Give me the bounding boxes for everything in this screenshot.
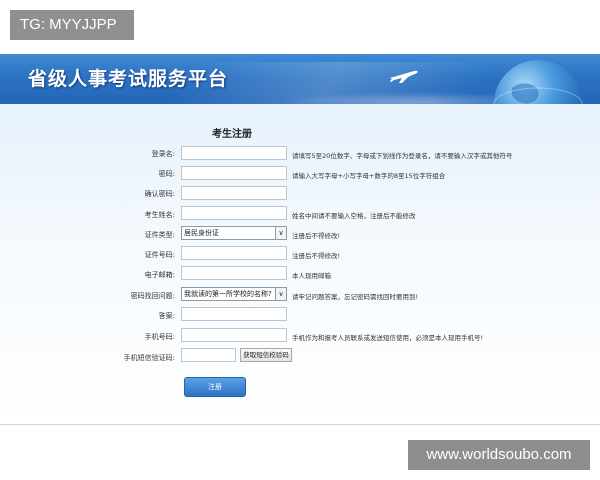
login-name-input[interactable] <box>181 146 287 160</box>
id-type-hint: 注册后不得修改! <box>292 232 341 240</box>
sms-code-input[interactable] <box>181 348 236 362</box>
sms-code-label: 手机短信验证码: <box>123 354 175 362</box>
confirm-password-input[interactable] <box>181 186 287 200</box>
form-title: 考生注册 <box>212 129 252 140</box>
confirm-password-label: 确认密码: <box>144 190 175 198</box>
id-type-value: 居民身份证 <box>184 229 219 237</box>
id-type-label: 证件类型: <box>144 231 175 239</box>
email-hint: 本人现用邮箱 <box>292 272 331 280</box>
watermark-tag: TG: MYYJJPP <box>10 10 134 40</box>
phone-hint: 手机作为和报考人员联系或发送短信使用，必须是本人现用手机号! <box>292 334 484 342</box>
id-type-select[interactable]: 居民身份证 ∨ <box>181 226 287 240</box>
airplane-icon <box>390 70 418 83</box>
id-number-label: 证件号码: <box>144 251 175 259</box>
get-sms-code-button[interactable]: 获取短信校验码 <box>240 348 292 362</box>
login-name-label: 登录名: <box>151 150 175 158</box>
password-label: 密码: <box>158 170 175 178</box>
register-button[interactable]: 注册 <box>184 377 246 397</box>
id-number-input[interactable] <box>181 246 287 260</box>
email-label: 电子邮箱: <box>144 271 175 279</box>
security-question-value: 我就读的第一所学校的名称? <box>184 290 272 298</box>
password-hint: 请输入大写字母+小写字母+数字的8至15位字符组合 <box>292 172 446 180</box>
chevron-down-icon: ∨ <box>275 227 286 239</box>
id-number-hint: 注册后不得修改! <box>292 252 341 260</box>
email-input[interactable] <box>181 266 287 280</box>
phone-label: 手机号码: <box>144 333 175 341</box>
candidate-name-hint: 姓名中间请不要输入空格，注册后不能修改 <box>292 212 416 220</box>
login-name-hint: 请填写5至20位数字、字母或下划线作为登录名，请不要输入汉字或其他符号 <box>292 152 513 160</box>
answer-label: 答案: <box>158 312 175 320</box>
security-question-select[interactable]: 我就读的第一所学校的名称? ∨ <box>181 287 287 301</box>
site-watermark: www.worldsoubo.com <box>408 440 590 470</box>
security-question-label: 密码找回问题: <box>130 292 175 300</box>
chevron-down-icon: ∨ <box>275 288 286 300</box>
candidate-name-label: 考生姓名: <box>144 211 175 219</box>
security-question-hint: 请牢记问题答案，忘记密码需找回时要用到! <box>292 293 419 301</box>
answer-input[interactable] <box>181 307 287 321</box>
password-input[interactable] <box>181 166 287 180</box>
phone-input[interactable] <box>181 328 287 342</box>
site-title: 省级人事考试服务平台 <box>28 68 229 90</box>
candidate-name-input[interactable] <box>181 206 287 220</box>
